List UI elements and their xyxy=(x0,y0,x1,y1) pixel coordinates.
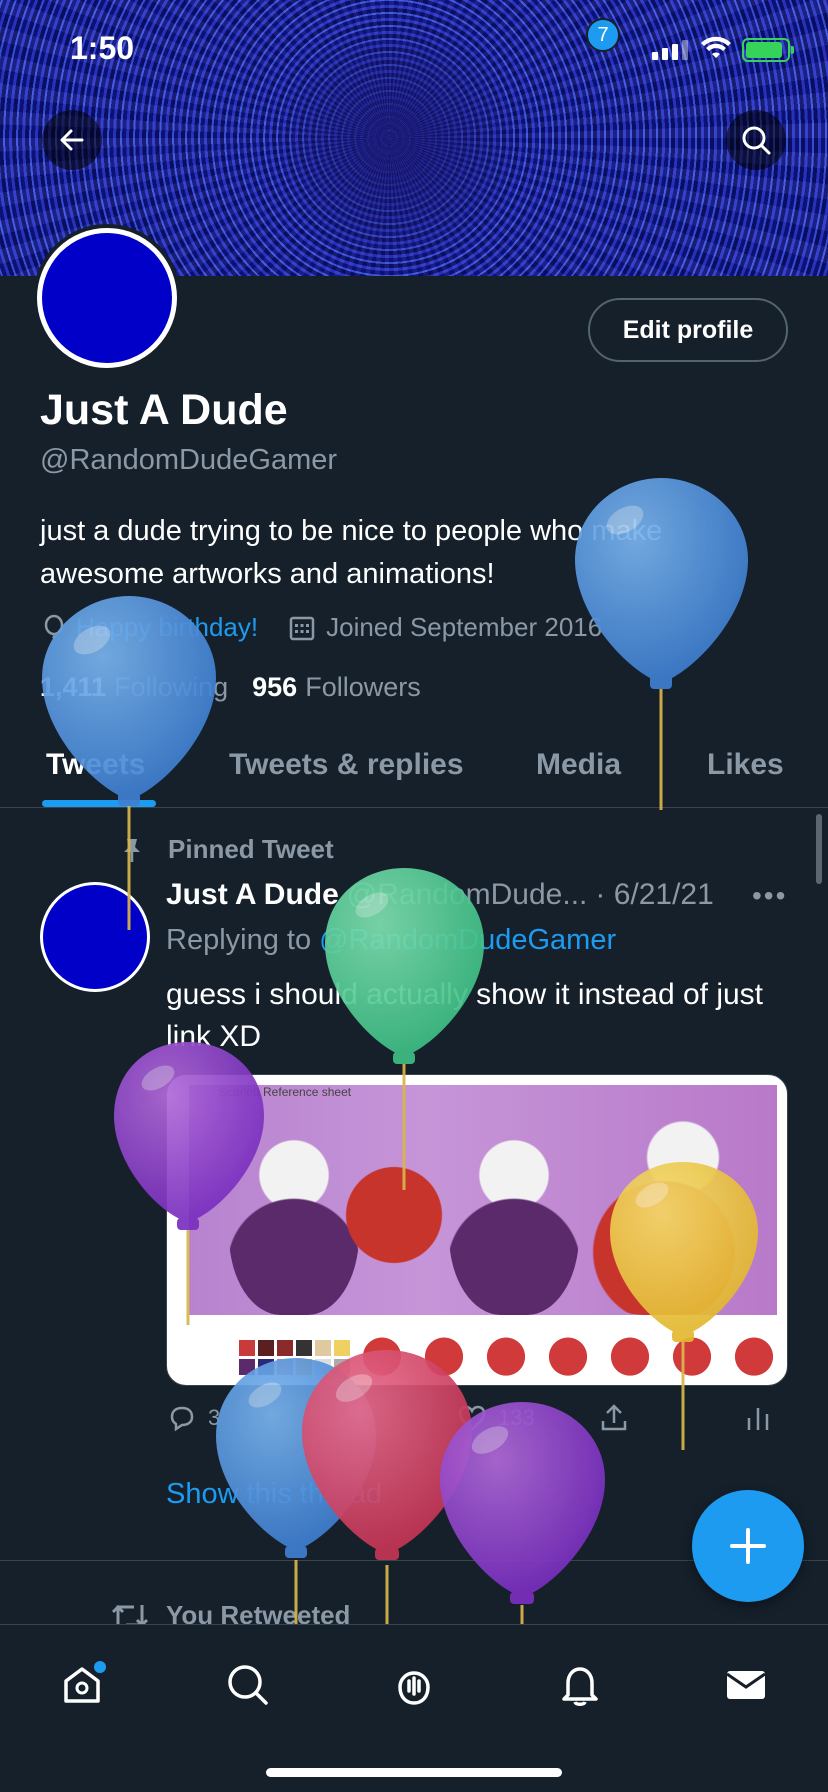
status-time: 1:50 xyxy=(70,30,135,66)
color-palette xyxy=(239,1340,350,1375)
like-button[interactable]: 133 xyxy=(456,1402,535,1434)
like-count: 133 xyxy=(498,1405,535,1430)
tweet-text: guess i should actually show it instead … xyxy=(166,978,763,1053)
retweet-button[interactable]: 3 xyxy=(306,1402,362,1434)
balloon-icon xyxy=(44,614,64,638)
scrollbar[interactable] xyxy=(816,814,822,884)
reply-count: 3 xyxy=(208,1405,221,1430)
search-button[interactable] xyxy=(726,110,786,170)
wifi-icon xyxy=(701,36,731,58)
retweet-count: 3 xyxy=(350,1405,363,1430)
reply-icon xyxy=(170,1406,194,1432)
profile-meta: Happy birthday! Joined September 2016 xyxy=(40,612,602,643)
following-label: Following xyxy=(114,672,229,702)
replying-to-label: Replying to xyxy=(166,924,312,956)
tab-media[interactable]: Media xyxy=(536,722,621,808)
pinned-label: Pinned Tweet xyxy=(168,834,334,864)
notifications-badge: 7 xyxy=(586,18,620,52)
profile-bio: just a dude trying to be nice to people … xyxy=(40,515,663,590)
profile-tabs: Tweets Tweets & replies Media Likes xyxy=(0,722,828,808)
media-title: Scarlett Reference sheet xyxy=(219,1085,352,1099)
heart-icon xyxy=(458,1405,486,1431)
followers-count: 956 xyxy=(252,672,298,702)
tweet-author[interactable]: Just A Dude xyxy=(166,878,339,912)
status-bar: 1:50 xyxy=(0,0,828,100)
following-count: 1,411 xyxy=(40,672,107,702)
follow-stats: 1,411 Following 956 Followers xyxy=(40,672,421,703)
tweet-actions: 3 3 133 xyxy=(166,1402,776,1442)
replying-to: Replying to @RandomDudeGamer xyxy=(166,924,616,957)
compose-tweet-button[interactable] xyxy=(692,1490,804,1602)
home-indicator[interactable] xyxy=(266,1768,562,1777)
nav-messages[interactable] xyxy=(716,1655,776,1715)
expression-sheet xyxy=(357,1323,779,1379)
followers-label: Followers xyxy=(305,672,421,702)
character-tail xyxy=(339,1125,449,1305)
signal-icon xyxy=(652,40,688,60)
tweet-handle[interactable]: @RandomDude... xyxy=(347,878,588,912)
back-button[interactable] xyxy=(42,110,102,170)
birthday-text: Happy birthday! xyxy=(76,612,259,642)
profile-name: Just A Dude xyxy=(40,386,288,434)
nav-spaces[interactable] xyxy=(384,1655,444,1715)
pin-icon xyxy=(124,838,140,862)
plus-icon xyxy=(730,1528,766,1564)
followers-link[interactable]: 956 Followers xyxy=(252,672,421,703)
following-link[interactable]: 1,411 Following xyxy=(40,672,228,703)
replying-to-handle[interactable]: @RandomDudeGamer xyxy=(319,924,616,956)
character-figure xyxy=(569,1105,759,1315)
tweet-media-image[interactable]: Scarlett Reference sheet xyxy=(166,1074,788,1386)
reply-button[interactable]: 3 xyxy=(166,1402,220,1434)
profile-handle: @RandomDudeGamer xyxy=(40,444,338,476)
share-button[interactable] xyxy=(598,1402,630,1434)
nav-notifications[interactable] xyxy=(550,1655,610,1715)
search-icon xyxy=(742,126,771,155)
tab-tweets[interactable]: Tweets xyxy=(46,722,145,808)
notifications-icon xyxy=(562,1667,598,1706)
character-figure xyxy=(449,1115,579,1315)
bottom-navigation xyxy=(0,1624,828,1792)
nav-search[interactable] xyxy=(218,1655,278,1715)
battery-icon xyxy=(742,38,794,62)
home-new-dot xyxy=(94,1661,106,1673)
profile-avatar[interactable] xyxy=(37,228,177,368)
tab-tweets-replies[interactable]: Tweets & replies xyxy=(229,722,464,808)
tab-likes[interactable]: Likes xyxy=(707,722,784,808)
back-arrow-icon xyxy=(60,129,84,151)
active-tab-indicator xyxy=(42,800,156,807)
analytics-button[interactable] xyxy=(744,1402,772,1434)
more-options-icon[interactable]: ••• xyxy=(752,880,787,912)
pinned-indicator: Pinned Tweet xyxy=(118,834,334,865)
retweet-icon xyxy=(309,1408,337,1428)
tweet-avatar[interactable] xyxy=(40,882,150,992)
spaces-icon xyxy=(398,1671,430,1705)
messages-icon xyxy=(726,1671,766,1699)
search-icon xyxy=(228,1665,268,1705)
reference-sheet-art: Scarlett Reference sheet xyxy=(189,1085,777,1315)
show-thread-link[interactable]: Show this thread xyxy=(166,1478,382,1511)
tweet-date: · 6/21/21 xyxy=(595,878,714,911)
share-icon xyxy=(601,1404,627,1431)
nav-home[interactable] xyxy=(52,1655,112,1715)
calendar-icon xyxy=(289,616,315,640)
joined-date: Joined September 2016 xyxy=(326,612,603,642)
edit-profile-button[interactable]: Edit profile xyxy=(588,298,788,362)
tweet-header: Just A Dude @RandomDude... · 6/21/21 xyxy=(166,878,796,912)
analytics-icon xyxy=(747,1408,769,1430)
